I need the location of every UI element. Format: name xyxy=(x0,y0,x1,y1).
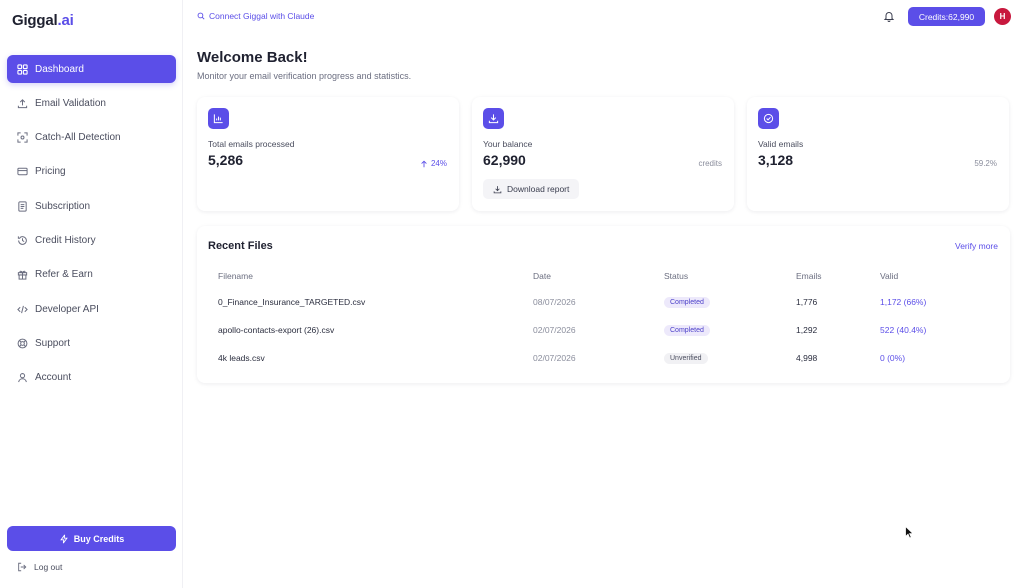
download-icon xyxy=(493,185,502,193)
column-header-filename[interactable]: Filename xyxy=(218,271,253,281)
lightning-icon xyxy=(59,534,68,543)
sidebar-item-label: Email Validation xyxy=(35,97,106,109)
sidebar: Giggal.ai Dashboard Email Validation Cat… xyxy=(0,0,183,588)
history-icon xyxy=(17,235,28,246)
recent-files-panel: Recent Files Verify more Filename Date S… xyxy=(197,226,1010,383)
user-icon xyxy=(17,372,28,383)
sidebar-item-catch-all-detection[interactable]: Catch-All Detection xyxy=(7,124,176,152)
column-header-valid[interactable]: Valid xyxy=(880,271,898,281)
table-row-emails: 1,776 xyxy=(796,297,818,307)
mouse-cursor-icon xyxy=(905,526,914,539)
sidebar-item-label: Developer API xyxy=(35,303,99,315)
status-badge: Completed xyxy=(664,297,710,308)
column-header-emails[interactable]: Emails xyxy=(796,271,822,281)
avatar[interactable]: H xyxy=(994,8,1011,25)
sidebar-item-account[interactable]: Account xyxy=(7,364,176,392)
table-row-valid: 1,172 (66%) xyxy=(880,297,927,307)
sidebar-item-label: Dashboard xyxy=(35,63,84,75)
stat-card-valid-emails: Valid emails 3,128 59.2% xyxy=(747,97,1009,211)
bar-chart-icon xyxy=(208,108,229,129)
stat-value: 3,128 xyxy=(758,152,794,168)
table-row-valid: 522 (40.4%) xyxy=(880,325,927,335)
table-row-emails: 1,292 xyxy=(796,325,818,335)
sidebar-item-label: Credit History xyxy=(35,234,96,246)
page-subtitle: Monitor your email verification progress… xyxy=(197,71,412,81)
download-icon xyxy=(483,108,504,129)
connect-claude-link[interactable]: Connect Giggal with Claude xyxy=(197,11,314,21)
gift-icon xyxy=(17,269,28,280)
status-badge: Unverified xyxy=(664,353,708,364)
page-title: Welcome Back! xyxy=(197,49,308,66)
card-icon xyxy=(17,166,28,177)
sidebar-item-label: Account xyxy=(35,372,72,384)
sidebar-item-pricing[interactable]: Pricing xyxy=(7,158,176,186)
bell-icon[interactable] xyxy=(883,10,895,22)
sidebar-item-label: Support xyxy=(35,337,71,349)
upload-icon xyxy=(17,98,28,109)
grid-icon xyxy=(17,63,28,75)
column-header-date[interactable]: Date xyxy=(533,271,551,281)
download-report-button[interactable]: Download report xyxy=(483,179,580,199)
logo-suffix: .ai xyxy=(57,12,74,29)
recent-files-title: Recent Files xyxy=(208,240,273,252)
sidebar-nav: Dashboard Email Validation Catch-All Det… xyxy=(7,55,176,398)
verify-more-link[interactable]: Verify more xyxy=(955,241,998,251)
buy-credits-button[interactable]: Buy Credits xyxy=(7,526,176,551)
download-report-label: Download report xyxy=(507,184,570,194)
sidebar-item-label: Subscription xyxy=(35,200,91,212)
stat-trend-value: 24% xyxy=(430,159,447,168)
stat-value: 62,990 xyxy=(483,152,526,168)
logout-label: Log out xyxy=(34,562,63,572)
credits-button[interactable]: Credits:62,990 xyxy=(908,7,985,26)
stat-card-balance: Your balance 62,990 credits Download rep… xyxy=(472,97,734,211)
stat-value: 5,286 xyxy=(208,152,244,168)
table-row-emails: 4,998 xyxy=(796,353,818,363)
logout-icon xyxy=(18,562,27,572)
stat-label: Valid emails xyxy=(758,139,804,149)
table-row-filename[interactable]: apollo-contacts-export (26).csv xyxy=(218,325,334,335)
table-row-valid: 0 (0%) xyxy=(880,353,906,363)
logout-link[interactable]: Log out xyxy=(17,562,62,572)
sidebar-item-label: Pricing xyxy=(35,166,66,178)
sidebar-item-credit-history[interactable]: Credit History xyxy=(7,226,176,254)
lifebuoy-icon xyxy=(17,338,28,349)
arrow-up-icon xyxy=(421,160,427,167)
sidebar-item-developer-api[interactable]: Developer API xyxy=(7,295,176,323)
stat-unit: credits xyxy=(698,159,722,168)
connect-claude-label: Connect Giggal with Claude xyxy=(209,11,315,21)
status-badge: Completed xyxy=(664,325,710,336)
table-row-date: 02/07/2026 xyxy=(533,353,576,363)
logo[interactable]: Giggal.ai xyxy=(12,12,74,29)
sidebar-item-support[interactable]: Support xyxy=(7,329,176,357)
stat-label: Your balance xyxy=(483,139,533,149)
stat-trend: 24% xyxy=(420,159,447,168)
table-row-filename[interactable]: 0_Finance_Insurance_TARGETED.csv xyxy=(218,297,365,307)
sidebar-item-refer-earn[interactable]: Refer & Earn xyxy=(7,261,176,289)
sidebar-item-dashboard[interactable]: Dashboard xyxy=(7,55,176,83)
sidebar-item-subscription[interactable]: Subscription xyxy=(7,192,176,220)
buy-credits-label: Buy Credits xyxy=(73,533,125,544)
check-circle-icon xyxy=(758,108,779,129)
stat-card-total-emails: Total emails processed 5,286 24% xyxy=(197,97,459,211)
sidebar-item-label: Refer & Earn xyxy=(35,269,93,281)
logo-text: Giggal xyxy=(12,12,58,29)
sidebar-item-label: Catch-All Detection xyxy=(35,132,121,144)
code-icon xyxy=(17,304,28,315)
link-icon xyxy=(197,12,205,20)
stat-label: Total emails processed xyxy=(208,139,295,149)
table-row-date: 02/07/2026 xyxy=(533,325,576,335)
column-header-status[interactable]: Status xyxy=(664,271,688,281)
stat-percentage: 59.2% xyxy=(974,159,997,168)
table-row-date: 08/07/2026 xyxy=(533,297,576,307)
receipt-icon xyxy=(17,201,28,212)
table-row-filename[interactable]: 4k leads.csv xyxy=(218,353,265,363)
sidebar-item-email-validation[interactable]: Email Validation xyxy=(7,89,176,117)
scan-icon xyxy=(17,132,28,143)
